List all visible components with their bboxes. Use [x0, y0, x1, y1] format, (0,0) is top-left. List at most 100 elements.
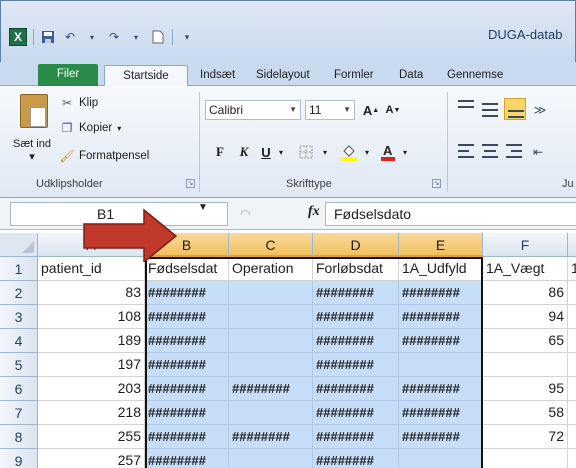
table-cell[interactable]: ########	[313, 281, 399, 305]
customize-qat-icon[interactable]: ▾	[179, 29, 195, 45]
table-cell[interactable]: 72	[483, 425, 568, 449]
align-center-icon[interactable]	[482, 144, 498, 158]
row-header[interactable]: 7	[0, 401, 38, 425]
table-cell[interactable]: 257	[38, 449, 145, 468]
tab-data[interactable]: Data	[399, 65, 423, 86]
table-cell[interactable]	[229, 305, 313, 329]
table-cell[interactable]	[399, 449, 483, 468]
excel-app-icon[interactable]: X	[9, 28, 27, 46]
table-cell[interactable]: ########	[229, 425, 313, 449]
table-cell[interactable]: ########	[399, 305, 483, 329]
table-cell[interactable]: 65	[483, 329, 568, 353]
align-bottom-button[interactable]	[504, 98, 526, 120]
table-cell[interactable]: ########	[145, 281, 229, 305]
header-cell[interactable]: Operation	[229, 257, 313, 281]
format-painter-button[interactable]: 🖌 Formatpensel	[59, 147, 149, 165]
table-cell[interactable]: ########	[399, 425, 483, 449]
paste-dropdown-icon[interactable]: ▾	[29, 151, 35, 163]
tab-insert[interactable]: Indsæt	[200, 65, 235, 86]
table-cell[interactable]: 94	[483, 305, 568, 329]
font-name-combo[interactable]: Calibri ▼	[205, 100, 301, 120]
font-color-dropdown-icon[interactable]: ▾	[400, 142, 410, 162]
table-cell-partial[interactable]	[568, 329, 576, 353]
name-box-dropdown-icon[interactable]: ▼	[198, 202, 208, 213]
table-cell[interactable]: 86	[483, 281, 568, 305]
table-cell[interactable]: ########	[145, 425, 229, 449]
new-document-icon[interactable]	[150, 29, 166, 45]
table-cell[interactable]: 83	[38, 281, 145, 305]
undo-dropdown-icon[interactable]: ▾	[84, 29, 100, 45]
table-cell[interactable]	[229, 401, 313, 425]
column-header-e[interactable]: E	[399, 233, 483, 257]
table-cell[interactable]: ########	[313, 425, 399, 449]
column-header-d[interactable]: D	[313, 233, 399, 257]
row-header[interactable]: 8	[0, 425, 38, 449]
header-cell[interactable]: 1A_Udfyld	[399, 257, 483, 281]
table-cell[interactable]: ########	[145, 449, 229, 468]
align-top-icon[interactable]	[458, 100, 474, 114]
align-left-icon[interactable]	[458, 144, 474, 158]
bold-button[interactable]: F	[212, 142, 228, 162]
table-cell[interactable]	[399, 353, 483, 377]
font-dialog-launcher-icon[interactable]: ↘	[432, 179, 441, 188]
grow-font-icon[interactable]: A ▲	[362, 100, 380, 120]
column-header-partial[interactable]	[568, 233, 576, 257]
table-cell[interactable]: ########	[313, 305, 399, 329]
table-cell[interactable]: ########	[313, 401, 399, 425]
table-cell[interactable]: ########	[399, 377, 483, 401]
table-cell[interactable]	[483, 353, 568, 377]
table-cell[interactable]: ########	[399, 281, 483, 305]
table-cell[interactable]: 203	[38, 377, 145, 401]
table-cell[interactable]: 255	[38, 425, 145, 449]
table-cell-partial[interactable]	[568, 281, 576, 305]
header-cell[interactable]: 1A_Vægt	[483, 257, 568, 281]
table-cell[interactable]: ########	[145, 305, 229, 329]
undo-icon[interactable]: ↶	[62, 29, 78, 45]
table-cell[interactable]	[229, 281, 313, 305]
copy-button[interactable]: ❐ Kopier ▾	[60, 119, 122, 137]
tab-page-layout[interactable]: Sidelayout	[256, 65, 310, 86]
table-cell[interactable]: 58	[483, 401, 568, 425]
formula-input[interactable]: Fødselsdato	[325, 202, 576, 226]
table-cell[interactable]: ########	[145, 401, 229, 425]
header-cell[interactable]: Forløbsdat	[313, 257, 399, 281]
tab-formulas[interactable]: Formler	[334, 65, 374, 86]
align-middle-icon[interactable]	[482, 103, 498, 117]
formula-bar-expand-icon[interactable]: ◠	[240, 207, 250, 221]
decrease-indent-icon[interactable]: ⇤	[530, 142, 546, 162]
redo-icon[interactable]: ↷	[106, 29, 122, 45]
redo-dropdown-icon[interactable]: ▾	[128, 29, 144, 45]
tab-review[interactable]: Gennemse	[447, 65, 503, 86]
row-header[interactable]: 9	[0, 449, 38, 468]
table-cell[interactable]: 218	[38, 401, 145, 425]
table-cell[interactable]: ########	[145, 377, 229, 401]
save-icon[interactable]	[40, 29, 56, 45]
insert-function-icon[interactable]: fx	[308, 204, 320, 220]
tab-file[interactable]: Filer	[38, 64, 98, 86]
table-cell[interactable]: ########	[145, 353, 229, 377]
row-header[interactable]: 2	[0, 281, 38, 305]
select-all-corner[interactable]	[0, 233, 38, 257]
paste-button[interactable]: Sæt ind ▾	[12, 138, 52, 164]
clipboard-dialog-launcher-icon[interactable]: ↘	[186, 179, 195, 188]
table-cell[interactable]: ########	[145, 329, 229, 353]
fill-color-dropdown-icon[interactable]: ▾	[362, 142, 372, 162]
table-cell-partial[interactable]	[568, 425, 576, 449]
table-cell-partial[interactable]	[568, 377, 576, 401]
font-name-dropdown-icon[interactable]: ▼	[289, 101, 297, 119]
table-cell[interactable]: 189	[38, 329, 145, 353]
table-cell[interactable]: ########	[229, 377, 313, 401]
orientation-icon[interactable]: ≫	[532, 100, 548, 120]
italic-button[interactable]: K	[236, 142, 252, 162]
table-cell[interactable]	[229, 329, 313, 353]
table-cell[interactable]	[483, 449, 568, 468]
table-cell[interactable]	[229, 449, 313, 468]
table-cell[interactable]: 95	[483, 377, 568, 401]
cut-button[interactable]: ✂ Klip	[60, 94, 98, 112]
font-size-dropdown-icon[interactable]: ▼	[343, 101, 351, 119]
row-header[interactable]: 1	[0, 257, 38, 281]
font-size-combo[interactable]: 11 ▼	[305, 100, 355, 120]
underline-dropdown-icon[interactable]: ▾	[276, 142, 286, 162]
column-header-f[interactable]: F	[483, 233, 568, 257]
copy-dropdown-icon[interactable]: ▾	[117, 124, 121, 133]
